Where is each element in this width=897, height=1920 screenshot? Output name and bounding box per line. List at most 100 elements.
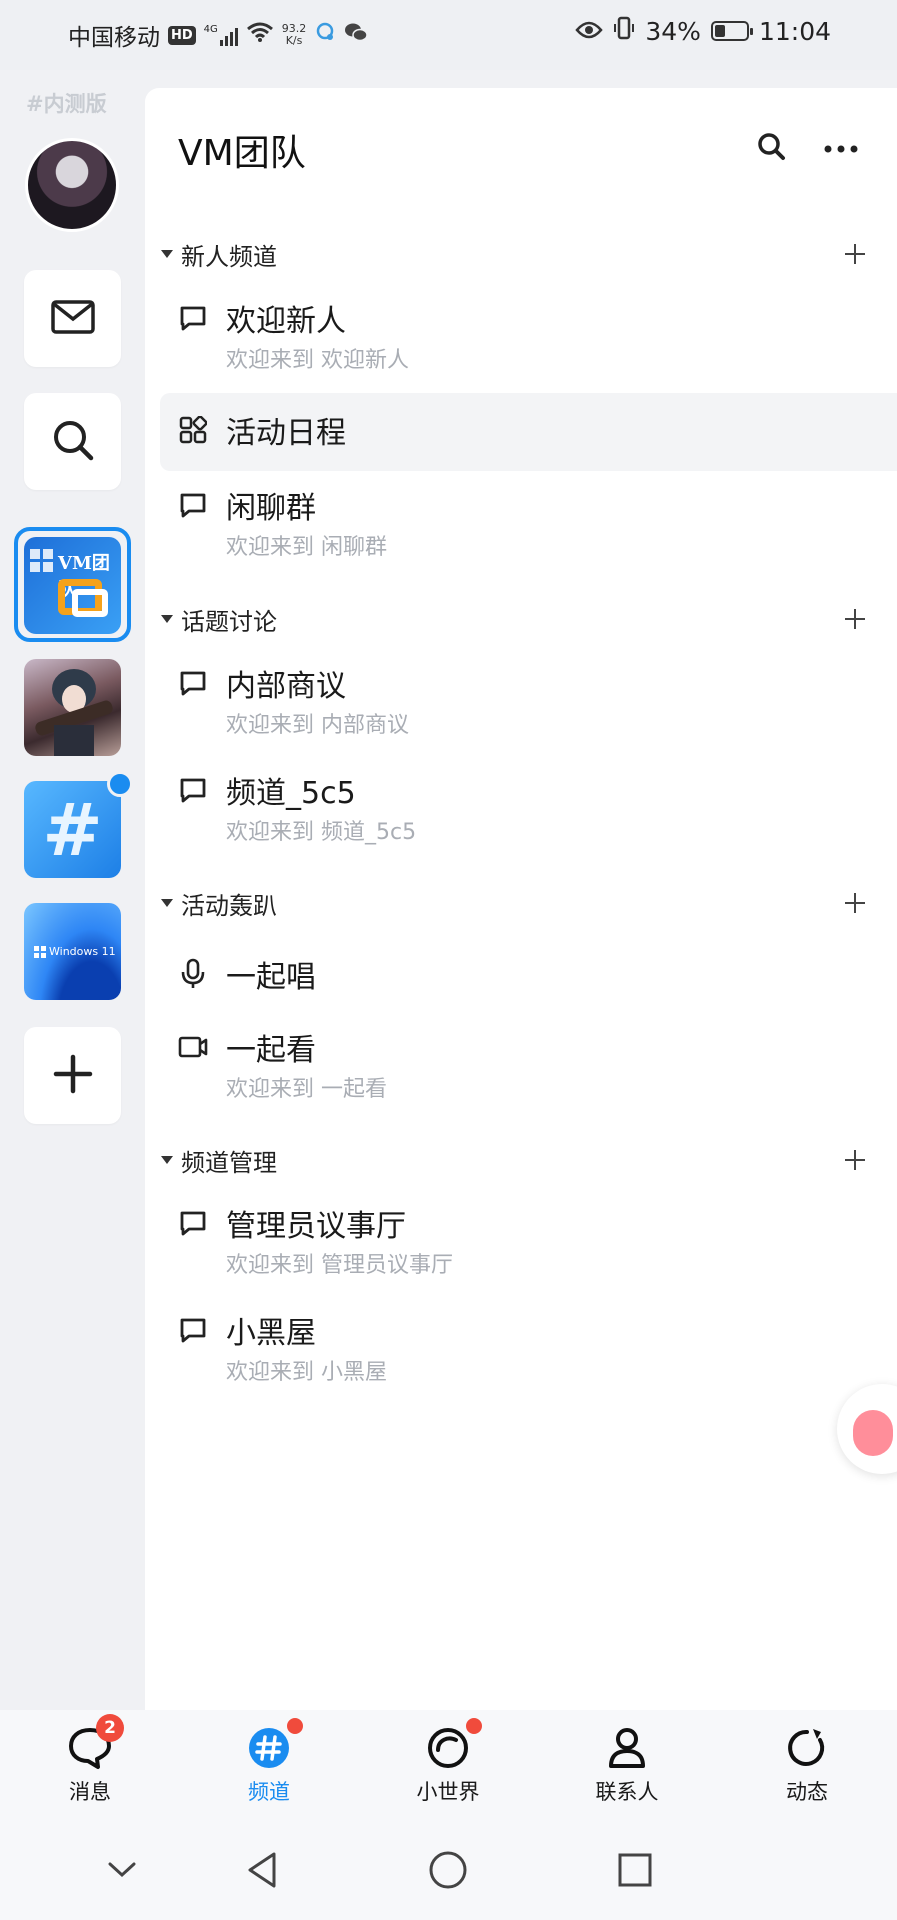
anime-avatar-image [35, 669, 113, 756]
unread-count-badge: 2 [96, 1714, 124, 1742]
speed-unit: K/s [285, 34, 303, 47]
inbox-button[interactable] [24, 270, 121, 367]
chevron-down-icon [108, 1862, 136, 1878]
home-circle-icon [429, 1851, 467, 1889]
plus-icon [53, 1054, 93, 1098]
tab-label: 频道 [248, 1780, 290, 1804]
network-type-label: 4G [203, 24, 218, 35]
battery-icon [710, 21, 753, 41]
add-guild-button[interactable] [24, 1027, 121, 1124]
chat-icon [178, 775, 208, 805]
more-options-button[interactable] [821, 128, 861, 168]
rail-search-button[interactable] [24, 393, 121, 490]
category-header[interactable]: 新人频道 [155, 234, 875, 274]
add-channel-button[interactable] [835, 1140, 875, 1180]
add-channel-button[interactable] [835, 234, 875, 274]
beta-label: #内测版 [26, 92, 107, 116]
user-avatar[interactable] [25, 138, 119, 232]
system-nav-bar [0, 1818, 897, 1920]
caret-down-icon [161, 899, 173, 907]
carrier-label: 中国移动 [68, 25, 160, 51]
activity-icon [781, 1722, 833, 1774]
apps-icon [178, 415, 208, 445]
channel-item[interactable]: 频道_5c5 欢迎来到 频道_5c5 [178, 768, 878, 846]
net-speed: 93.2 K/s [282, 23, 307, 47]
status-left: 中国移动 HD 4G 93.2 K/s [68, 18, 369, 52]
signal-icon: 4G [204, 24, 238, 46]
chat-icon [178, 490, 208, 520]
category-label: 话题讨论 [181, 607, 277, 636]
battery-fill [714, 25, 725, 37]
mail-icon [50, 299, 95, 338]
status-right: 34% 11:04 [575, 16, 831, 46]
category-label: 活动轰趴 [181, 891, 277, 920]
search-icon [756, 131, 786, 165]
tab-messages[interactable]: 2 消息 [30, 1714, 150, 1812]
category-header[interactable]: 频道管理 [155, 1140, 875, 1180]
chat-icon [178, 1315, 208, 1345]
more-icon [823, 139, 859, 158]
category-header[interactable]: 活动轰趴 [155, 883, 875, 923]
home-button[interactable] [426, 1848, 470, 1892]
channel-panel: VM团队 新人频道 欢迎新人 欢迎来到 欢迎新人 活动日程 闲聊群 欢迎来到 闲… [145, 88, 897, 1710]
hash-icon: # [42, 787, 103, 872]
search-icon [51, 418, 95, 466]
guild-vm-team[interactable]: VM团队 [24, 537, 121, 634]
server-title: VM团队 [178, 133, 306, 174]
recents-button[interactable] [613, 1848, 657, 1892]
message-icon: 2 [64, 1714, 124, 1774]
channel-desc: 欢迎来到 频道_5c5 [226, 820, 417, 845]
add-channel-button[interactable] [835, 599, 875, 639]
caret-down-icon [161, 615, 173, 623]
battery-percent: 34% [645, 16, 701, 46]
tab-activity[interactable]: 动态 [747, 1722, 867, 1812]
contact-icon [601, 1722, 653, 1774]
channel-name: 闲聊群 [226, 491, 316, 526]
status-bar: 中国移动 HD 4G 93.2 K/s 34% 11:04 [0, 0, 897, 70]
hd-icon: HD [168, 25, 196, 45]
channel-name: 一起唱 [226, 960, 316, 995]
channel-desc: 欢迎来到 小黑屋 [226, 1360, 387, 1385]
tab-label: 小世界 [416, 1780, 480, 1804]
caret-down-icon [161, 1156, 173, 1164]
category-label: 新人频道 [181, 242, 277, 271]
plus-icon [845, 1150, 865, 1170]
windows-mini-icon [34, 945, 46, 958]
channel-name: 内部商议 [226, 669, 346, 704]
header-search-button[interactable] [751, 128, 791, 168]
floating-assistant-button[interactable] [837, 1384, 897, 1474]
tab-label: 联系人 [595, 1780, 659, 1804]
windows11-text: Windows 11 [49, 945, 116, 958]
add-channel-button[interactable] [835, 883, 875, 923]
channel-item[interactable]: 内部商议 欢迎来到 内部商议 [178, 661, 878, 739]
channel-item-active[interactable]: 活动日程 [178, 408, 878, 452]
guild-windows11[interactable]: Windows 11 [24, 903, 121, 1000]
tab-label: 消息 [69, 1780, 111, 1804]
small-world-icon [422, 1716, 484, 1774]
vibrate-icon [613, 16, 635, 46]
tab-small-world[interactable]: 小世界 [388, 1716, 508, 1812]
channel-item[interactable]: 小黑屋 欢迎来到 小黑屋 [178, 1308, 878, 1386]
bottom-nav: 2 消息 频道 小世界 联系人 动态 [0, 1710, 897, 1818]
hide-keyboard-button[interactable] [100, 1848, 144, 1892]
channel-desc: 欢迎来到 一起看 [226, 1077, 387, 1102]
category-label: 频道管理 [181, 1148, 277, 1177]
channel-name: 频道_5c5 [226, 776, 356, 811]
guild-anime[interactable] [24, 659, 121, 756]
back-button[interactable] [240, 1848, 284, 1892]
channel-item[interactable]: 一起看 欢迎来到 一起看 [178, 1025, 878, 1103]
chat-icon [178, 1208, 208, 1238]
tab-channels[interactable]: 频道 [209, 1716, 329, 1812]
channel-item[interactable]: 欢迎新人 欢迎来到 欢迎新人 [178, 296, 878, 374]
chat-icon [178, 668, 208, 698]
chat-app-icon [314, 21, 336, 49]
channel-item[interactable]: 闲聊群 欢迎来到 闲聊群 [178, 483, 878, 561]
tab-label: 动态 [786, 1780, 828, 1804]
channel-item[interactable]: 一起唱 [178, 952, 878, 996]
channel-desc: 欢迎来到 管理员议事厅 [226, 1253, 453, 1278]
guild-hash[interactable]: # [24, 781, 121, 878]
channel-item[interactable]: 管理员议事厅 欢迎来到 管理员议事厅 [178, 1201, 878, 1279]
channel-name: 一起看 [226, 1033, 316, 1068]
category-header[interactable]: 话题讨论 [155, 599, 875, 639]
tab-contacts[interactable]: 联系人 [567, 1722, 687, 1812]
